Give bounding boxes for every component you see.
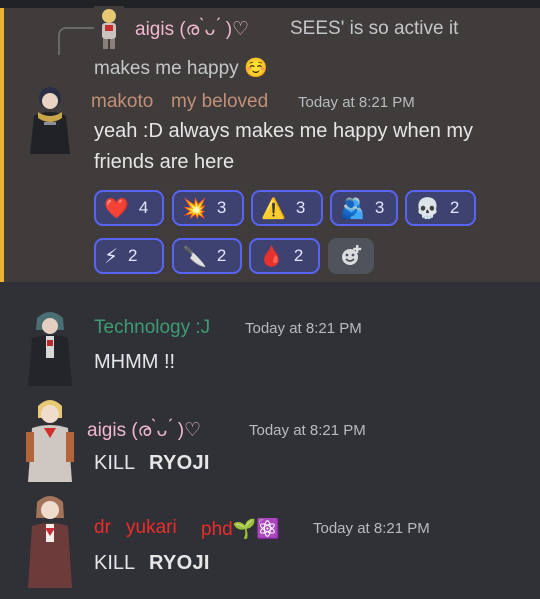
reaction-count: 2 xyxy=(128,246,138,265)
yukari-message-word2: RYOJI xyxy=(149,552,210,574)
technology-avatar[interactable] xyxy=(20,306,80,386)
reaction-count: 2 xyxy=(216,246,227,265)
yukari-author-third[interactable]: phd🌱⚛️ xyxy=(201,517,280,541)
reaction-warning[interactable]: ⚠️ 3 xyxy=(251,190,323,226)
yukari-avatar[interactable] xyxy=(20,488,80,588)
aigis-message-word1: KILL xyxy=(94,452,136,474)
reaction-lightning[interactable]: ⚡ 2 xyxy=(94,238,164,274)
reply-connector-line xyxy=(58,27,94,55)
reaction-count: 3 xyxy=(295,198,306,217)
technology-author[interactable]: Technology :J xyxy=(94,317,210,339)
collision-icon: 💥 xyxy=(182,196,207,220)
reaction-blood-drop[interactable]: 🩸 2 xyxy=(249,238,320,274)
aigis-message-word2: RYOJI xyxy=(149,452,210,474)
reply-preview-line2[interactable]: makes me happy ☺️ xyxy=(94,56,268,80)
makoto-message-line2: friends are here xyxy=(94,151,235,173)
reaction-people-hugging[interactable]: 🫂 3 xyxy=(330,190,398,226)
aigis-timestamp: Today at 8:21 PM xyxy=(249,422,366,439)
reply-author[interactable]: aigis (ര ̀ᴗ ́ )♡ xyxy=(135,18,249,41)
add-reaction-button[interactable] xyxy=(328,238,374,274)
reaction-count: 2 xyxy=(449,198,460,217)
reaction-collision[interactable]: 💥 3 xyxy=(172,190,244,226)
blood-drop-icon: 🩸 xyxy=(259,244,284,268)
lightning-icon: ⚡ xyxy=(104,244,119,268)
aigis-avatar[interactable] xyxy=(20,392,80,482)
skull-icon: 💀 xyxy=(415,196,440,220)
reaction-count: 3 xyxy=(374,198,385,217)
yukari-author-first[interactable]: dr xyxy=(94,517,111,539)
makoto-message-line1: yeah :D always makes me happy when my xyxy=(94,120,474,142)
add-reaction-icon xyxy=(342,245,362,265)
top-bar xyxy=(0,0,540,8)
reply-avatar[interactable] xyxy=(94,6,124,50)
reaction-heart[interactable]: ❤️ 4 xyxy=(94,190,164,226)
reaction-skull[interactable]: 💀 2 xyxy=(405,190,476,226)
makoto-author-first[interactable]: makoto xyxy=(91,91,153,113)
knife-icon: 🔪 xyxy=(182,244,207,268)
makoto-avatar[interactable] xyxy=(20,82,80,154)
aigis-author[interactable]: aigis (ര ̀ᴗ ́ )♡ xyxy=(87,419,201,442)
makoto-author-second[interactable]: my beloved xyxy=(171,91,268,113)
reaction-count: 2 xyxy=(293,246,304,265)
people-hugging-icon: 🫂 xyxy=(340,196,365,220)
yukari-message-word1: KILL xyxy=(94,552,136,574)
warning-icon: ⚠️ xyxy=(261,196,286,220)
technology-timestamp: Today at 8:21 PM xyxy=(245,320,362,337)
yukari-author-second[interactable]: yukari xyxy=(126,517,177,539)
reaction-knife[interactable]: 🔪 2 xyxy=(172,238,242,274)
reaction-count: 3 xyxy=(216,198,227,217)
technology-message: MHMM !! xyxy=(94,351,176,373)
reply-preview-line1[interactable]: SEES' is so active it xyxy=(290,18,458,40)
yukari-timestamp: Today at 8:21 PM xyxy=(313,520,430,537)
heart-icon: ❤️ xyxy=(104,196,129,220)
makoto-timestamp: Today at 8:21 PM xyxy=(298,94,415,111)
reaction-count: 4 xyxy=(138,198,149,217)
